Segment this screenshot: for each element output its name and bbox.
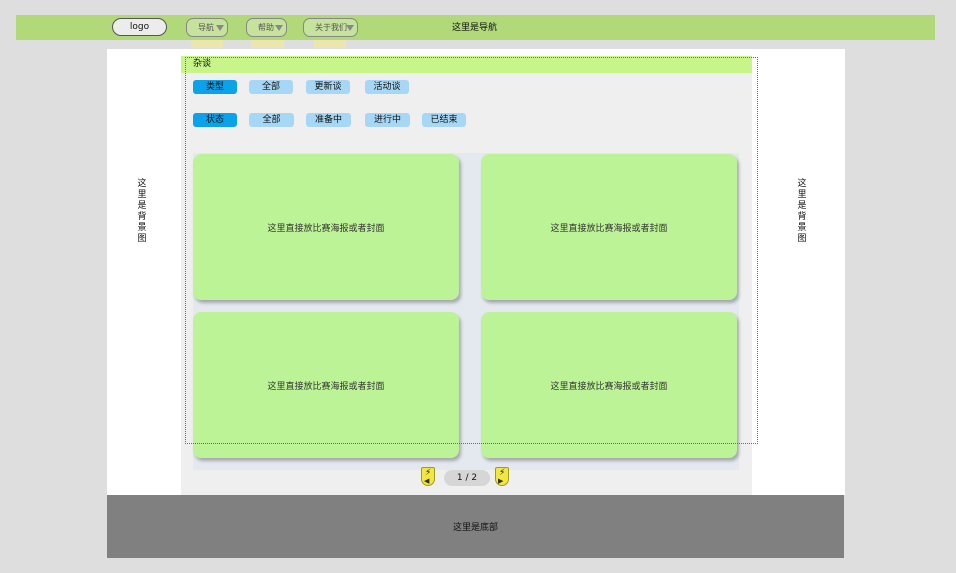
left-background-label: 这里是背景图	[137, 179, 147, 244]
type-filter-event[interactable]: 活动谈	[365, 80, 409, 94]
next-page-button[interactable]: ⚡ ▶	[495, 467, 509, 486]
poster-card-text: 这里直接放比赛海报或者封面	[267, 381, 385, 392]
footer-text: 这里是底部	[452, 523, 498, 533]
nav-menu-label: 关于我们	[315, 23, 347, 32]
caret-down-icon	[275, 25, 283, 31]
nav-menu-highlight	[251, 40, 284, 48]
logo-button[interactable]: logo	[112, 18, 167, 36]
poster-card-text: 这里直接放比赛海报或者封面	[267, 223, 385, 234]
pagination: ⚡ ◀ 1 / 2 ⚡ ▶	[421, 465, 513, 489]
type-filter-all[interactable]: 全部	[249, 80, 293, 94]
nav-menu-label: 导航	[198, 23, 214, 32]
page-footer: 这里是底部	[107, 495, 844, 558]
poster-card-text: 这里直接放比赛海报或者封面	[550, 381, 668, 392]
poster-card[interactable]: 这里直接放比赛海报或者封面	[193, 312, 459, 458]
caret-down-icon	[346, 25, 354, 31]
right-background-label: 这里是背景图	[797, 179, 807, 244]
status-filter-all[interactable]: 全部	[249, 113, 294, 127]
main-content: 杂谈 类型 全部 更新谈 活动谈 状态 全部 准备中 进行中 已结束 这里直接放…	[181, 56, 752, 495]
status-filter-label: 状态	[193, 113, 237, 127]
navbar-title: 这里是导航	[452, 23, 498, 33]
page-container: 这里是背景图 这里是背景图 杂谈 类型 全部 更新谈 活动谈 状态 全部 准备中…	[107, 49, 845, 495]
nav-menu-label: 帮助	[258, 23, 274, 32]
poster-card[interactable]: 这里直接放比赛海报或者封面	[193, 154, 459, 300]
status-filter-in-progress[interactable]: 进行中	[365, 113, 410, 127]
nav-menu-highlight	[191, 40, 223, 48]
poster-card-text: 这里直接放比赛海报或者封面	[550, 223, 668, 234]
arrow-left-icon: ◀	[424, 477, 430, 485]
caret-down-icon	[216, 25, 224, 31]
prev-page-button[interactable]: ⚡ ◀	[421, 467, 435, 486]
type-filter-update[interactable]: 更新谈	[306, 80, 350, 94]
poster-card[interactable]: 这里直接放比赛海报或者封面	[481, 312, 737, 458]
page-indicator: 1 / 2	[444, 470, 490, 486]
nav-menu-navigation[interactable]: 导航	[186, 18, 228, 37]
nav-menu-help[interactable]: 帮助	[246, 18, 287, 37]
nav-menu-highlight	[314, 40, 346, 48]
nav-menu-about-us[interactable]: 关于我们	[303, 18, 358, 37]
top-navbar: logo 导航 帮助 关于我们 这里是导航	[16, 15, 935, 40]
poster-card[interactable]: 这里直接放比赛海报或者封面	[481, 154, 737, 300]
status-filter-preparing[interactable]: 准备中	[306, 113, 351, 127]
status-filter-ended[interactable]: 已结束	[422, 113, 466, 127]
arrow-right-icon: ▶	[498, 477, 504, 485]
type-filter-label: 类型	[193, 80, 237, 94]
section-title: 杂谈	[181, 56, 752, 73]
